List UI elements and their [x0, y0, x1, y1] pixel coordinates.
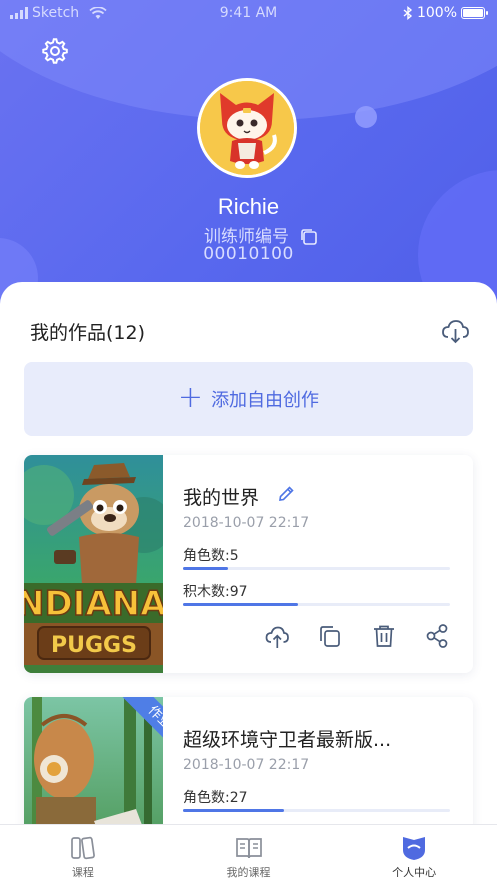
trash-icon[interactable]	[371, 623, 397, 649]
cloud-upload-icon[interactable]	[264, 623, 290, 649]
tab-label: 课程	[71, 866, 94, 879]
blocks-progress-fill	[183, 603, 298, 606]
works-section-title: 我的作品(12)	[30, 322, 146, 344]
profile-header: Sketch 9:41 AM 100% Richie 训练师编号 0001010…	[0, 0, 497, 330]
roles-count-label: 角色数:5	[183, 548, 239, 564]
tab-label: 我的课程	[226, 866, 271, 879]
books-icon	[70, 836, 95, 860]
blocks-progress-bar	[183, 603, 450, 606]
roles-progress-bar	[183, 809, 450, 812]
tab-label: 个人中心	[392, 866, 437, 879]
roles-count-label: 角色数:27	[183, 790, 248, 806]
work-card[interactable]: NDIANA PUGGS 我的世界 2018-10-07 22:17 角色数:5…	[24, 455, 473, 673]
roles-progress-bar	[183, 567, 450, 570]
avatar[interactable]	[197, 78, 297, 178]
tab-my-courses[interactable]: 我的课程	[166, 825, 332, 883]
battery-percent: 100%	[416, 5, 457, 21]
settings-gear-icon[interactable]	[40, 36, 70, 66]
status-bar: Sketch 9:41 AM 100%	[0, 0, 497, 26]
work-title: 超级环境守卫者最新版...	[183, 729, 392, 751]
blocks-count-label: 积木数:97	[183, 584, 248, 600]
duplicate-icon[interactable]	[317, 623, 343, 649]
work-date: 2018-10-07 22:17	[183, 515, 310, 531]
edit-pencil-icon[interactable]	[276, 484, 296, 504]
roles-progress-fill	[183, 567, 229, 570]
add-free-creation-button[interactable]: + 添加自由创作	[24, 362, 473, 436]
work-title: 我的世界	[183, 487, 260, 509]
cat-mascot-avatar	[200, 81, 294, 175]
battery-icon	[461, 7, 488, 19]
share-icon[interactable]	[424, 623, 450, 649]
work-thumbnail[interactable]: NDIANA PUGGS	[24, 455, 163, 673]
profile-shield-icon	[403, 837, 426, 860]
bottom-tab-bar: 课程 我的课程 个人中心	[0, 824, 497, 883]
roles-progress-fill	[183, 809, 285, 812]
game-cover-image: NDIANA PUGGS	[24, 455, 163, 673]
works-panel: 我的作品(12) + 添加自由创作 NDIANA PUGGS 我的世界 2018…	[0, 282, 497, 847]
open-book-icon	[235, 838, 262, 859]
work-actions	[264, 623, 450, 649]
plus-icon: +	[177, 379, 204, 415]
cloud-download-icon[interactable]	[440, 316, 470, 346]
trainer-id-value: 00010100	[203, 244, 294, 264]
work-date: 2018-10-07 22:17	[183, 757, 310, 773]
header-decoration	[355, 106, 377, 128]
bluetooth-icon	[403, 6, 413, 20]
tab-profile[interactable]: 个人中心	[331, 825, 497, 883]
cover-title-text: NDIANA	[24, 584, 163, 624]
username: Richie	[217, 194, 280, 219]
cover-subtitle-text: PUGGS	[51, 633, 137, 658]
tab-courses[interactable]: 课程	[0, 825, 166, 883]
add-free-creation-label: 添加自由创作	[211, 390, 320, 411]
